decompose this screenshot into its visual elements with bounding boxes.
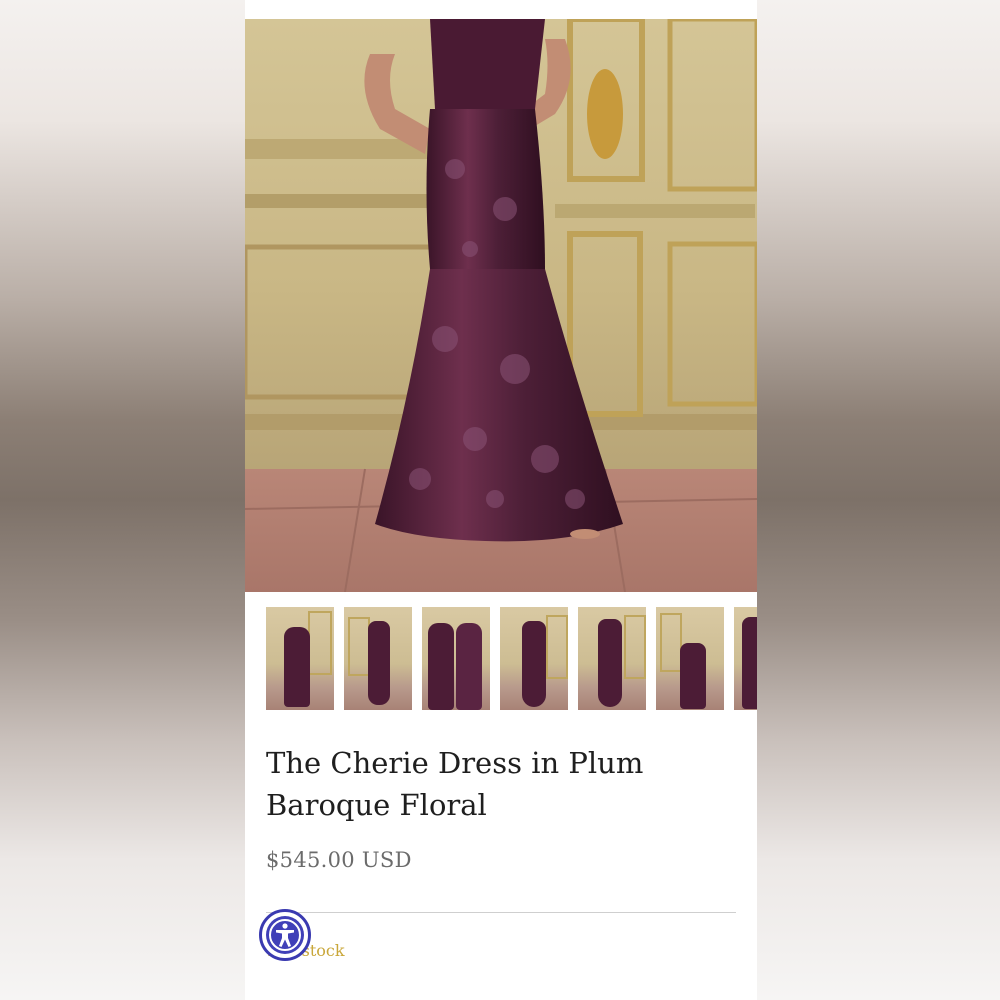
- product-screen: The Cherie Dress in Plum Baroque Floral …: [245, 0, 757, 1000]
- divider: [266, 912, 736, 913]
- thumbnail-4[interactable]: [500, 607, 568, 710]
- thumbnail-wall-panel: [308, 611, 332, 675]
- thumbnail-figure: [456, 623, 482, 710]
- thumbnail-figure: [428, 623, 454, 710]
- thumbnail-wall-panel: [546, 615, 568, 679]
- thumbnail-5[interactable]: [578, 607, 646, 710]
- dress-photo: [245, 19, 757, 592]
- thumbnail-3[interactable]: [422, 607, 490, 710]
- thumbnail-7[interactable]: [734, 607, 757, 710]
- thumbnail-6[interactable]: [656, 607, 724, 710]
- thumbnail-figure: [742, 617, 757, 709]
- thumbnail-figure: [522, 621, 546, 707]
- product-title: The Cherie Dress in Plum Baroque Floral: [266, 746, 644, 822]
- home-indicator: [400, 992, 600, 1000]
- thumbnail-wall-panel: [660, 613, 682, 672]
- accessibility-icon: [266, 916, 304, 954]
- thumbnail-figure: [598, 619, 622, 707]
- thumbnail-wall-panel: [348, 617, 370, 676]
- thumbnail-1[interactable]: [266, 607, 334, 710]
- thumbnail-figure: [368, 621, 390, 705]
- product-price: $545.00 USD: [266, 848, 412, 872]
- accessibility-button[interactable]: [259, 909, 311, 961]
- hero-product-image[interactable]: [245, 19, 757, 592]
- thumbnail-figure: [680, 643, 706, 709]
- thumbnail-figure: [284, 627, 310, 707]
- thumbnail-2[interactable]: [344, 607, 412, 710]
- thumbnail-wall-panel: [624, 615, 646, 679]
- thumbnail-strip[interactable]: [266, 607, 757, 711]
